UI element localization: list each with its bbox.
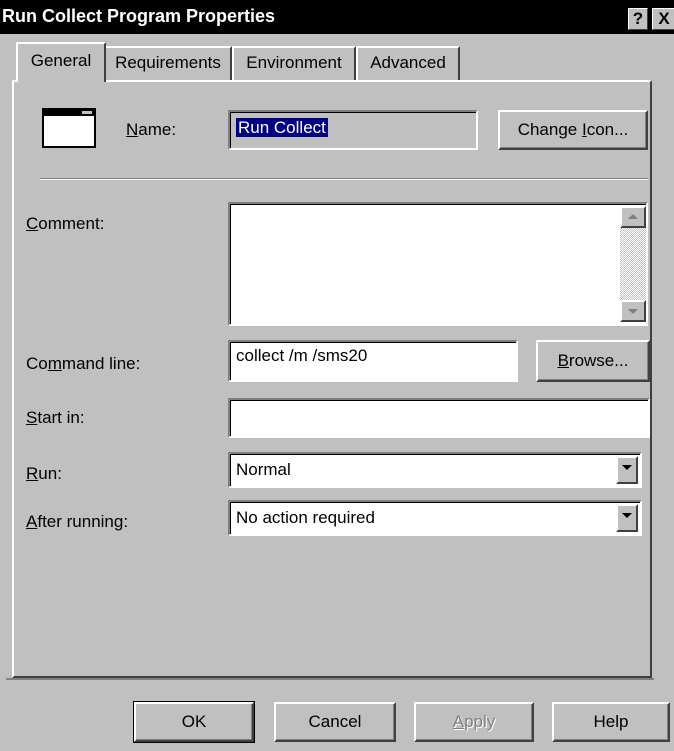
name-value: Run Collect [236, 118, 328, 137]
command-line-label: Command line: [26, 354, 141, 373]
change-icon-button[interactable]: Change Icon... [498, 110, 648, 150]
help-button[interactable]: Help [552, 702, 670, 742]
tab-environment[interactable]: Environment [232, 46, 356, 80]
run-select[interactable]: Normal [228, 452, 642, 488]
run-label: Run: [26, 464, 62, 483]
after-running-select-value: No action required [236, 508, 375, 527]
comment-textarea[interactable] [228, 202, 648, 326]
tab-environment-label: Environment [246, 53, 342, 72]
after-running-label: After running: [26, 512, 129, 531]
scroll-up-arrow-icon[interactable] [620, 206, 646, 228]
panel-bottom-border [6, 678, 654, 680]
chevron-down-icon[interactable] [616, 504, 638, 532]
program-window-icon [42, 108, 96, 148]
cancel-button[interactable]: Cancel [274, 702, 396, 742]
tab-advanced-label: Advanced [370, 53, 446, 72]
tab-general[interactable]: General [16, 42, 106, 82]
help-icon[interactable]: ? [628, 8, 648, 30]
title-bar[interactable]: Run Collect Program Properties ? X [0, 0, 674, 34]
window-title: Run Collect Program Properties [2, 6, 276, 26]
comment-label: Comment: [26, 214, 105, 233]
start-in-label: Start in: [26, 408, 85, 427]
ok-button[interactable]: OK [133, 701, 255, 743]
name-label: Name: [126, 120, 177, 139]
run-select-value: Normal [236, 460, 291, 479]
separator [40, 178, 648, 180]
comment-scrollbar[interactable] [620, 206, 646, 322]
scroll-down-arrow-icon[interactable] [620, 300, 646, 322]
tab-requirements-label: Requirements [115, 53, 221, 72]
apply-button[interactable]: Apply [414, 702, 534, 742]
chevron-down-icon[interactable] [616, 456, 638, 484]
tab-advanced[interactable]: Advanced [356, 46, 460, 80]
command-line-input[interactable]: collect /m /sms20 [228, 340, 518, 382]
tab-general-label: General [30, 51, 92, 70]
name-field[interactable]: Run Collect [228, 110, 478, 150]
start-in-input[interactable] [228, 398, 650, 438]
close-icon[interactable]: X [652, 8, 674, 30]
after-running-select[interactable]: No action required [228, 500, 642, 536]
browse-button[interactable]: Browse... [536, 340, 650, 382]
tab-requirements[interactable]: Requirements [104, 46, 232, 80]
